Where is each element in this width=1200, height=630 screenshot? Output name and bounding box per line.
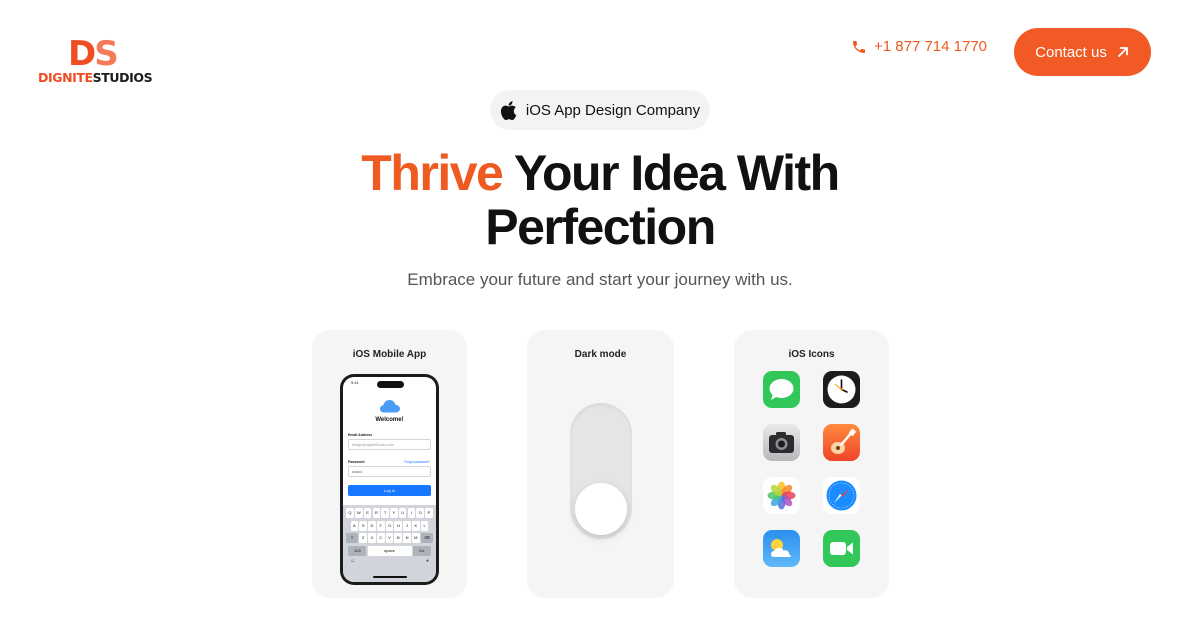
garageband-icon — [823, 424, 860, 461]
keyboard-key: R — [372, 508, 381, 518]
arrow-up-right-icon — [1117, 47, 1128, 57]
card-ios-icons[interactable]: iOS Icons — [734, 330, 889, 598]
dynamic-island — [377, 381, 404, 388]
forgot-password-link: Forgot password? — [404, 460, 430, 464]
keyboard-key: I — [407, 508, 416, 518]
clock-icon — [823, 371, 860, 408]
login-button: Log in — [348, 485, 431, 496]
hero-title-line2: Perfection — [485, 199, 716, 255]
keyboard-key: K — [412, 520, 420, 531]
keyboard-key: L — [420, 520, 429, 531]
email-field: design@digniteStudio.com — [348, 439, 431, 450]
keyboard-key: X — [368, 533, 376, 543]
keyboard-key: E — [363, 508, 372, 518]
keyboard-key: Q — [346, 508, 354, 518]
hero-title: Thrive Your Idea With Perfection — [0, 146, 1200, 254]
keyboard-key: T — [381, 508, 389, 518]
contact-us-label: Contact us — [1035, 43, 1107, 61]
keyboard-key: B — [394, 533, 403, 543]
hero-badge: iOS App Design Company — [490, 90, 710, 130]
card-dark-mode[interactable]: Dark mode — [527, 330, 674, 598]
password-label: Password — [348, 460, 365, 464]
keyboard-key: P — [425, 508, 433, 518]
home-indicator — [373, 576, 407, 578]
delete-key: ⌫ — [420, 533, 433, 543]
keyboard-key: G — [385, 520, 394, 531]
keyboard-key: O — [416, 508, 425, 518]
messages-icon — [763, 371, 800, 408]
password-field: •••••••• — [348, 466, 431, 477]
hero-title-line1: Your Idea With — [502, 145, 840, 201]
cloud-icon — [380, 400, 400, 413]
keyboard-key: Z — [359, 533, 367, 543]
keyboard-key: H — [394, 520, 403, 531]
numbers-key: 123 — [348, 545, 367, 556]
card-ios-mobile-app[interactable]: iOS Mobile App 9:41 Welcome! Email Addre… — [312, 330, 467, 598]
keyboard-key: S — [359, 520, 367, 531]
weather-icon — [763, 530, 800, 567]
keyboard-row-4: 123 space Go — [345, 545, 434, 556]
keyboard-key: V — [385, 533, 394, 543]
keyboard-key: D — [368, 520, 376, 531]
keyboard-key: J — [403, 520, 411, 531]
keyboard-key: A — [350, 520, 359, 531]
card-title: iOS Mobile App — [352, 349, 427, 360]
toggle-knob — [575, 483, 627, 535]
phone-number: +1 877 714 1770 — [874, 38, 988, 55]
facetime-icon — [823, 530, 860, 567]
shift-key: ⇧ — [346, 533, 359, 543]
keyboard-key: C — [376, 533, 385, 543]
phone-mockup: 9:41 Welcome! Email Address design@digni… — [340, 374, 439, 585]
emoji-icon: ☺ — [350, 558, 356, 564]
keyboard-bottom-bar: ☺ ● — [345, 558, 434, 564]
phone-icon — [853, 40, 865, 53]
go-key: Go — [412, 545, 431, 556]
apple-icon — [500, 100, 517, 120]
card-title: iOS Icons — [788, 349, 835, 360]
email-label: Email Address — [348, 433, 373, 437]
camera-icon — [763, 424, 800, 461]
hero-title-accent: Thrive — [361, 145, 504, 201]
phone-screen: 9:41 Welcome! Email Address design@digni… — [343, 377, 436, 582]
status-time: 9:41 — [351, 380, 359, 385]
keyboard-key: M — [412, 533, 420, 543]
space-key: space — [367, 545, 412, 556]
safari-icon — [823, 477, 860, 514]
keyboard-row-1: QWERTYUIOP — [345, 508, 434, 518]
brand-logo[interactable]: DS DIGNITESTUDIOS — [38, 36, 163, 88]
keyboard-row-2: ASDFGHJKL — [345, 520, 434, 531]
dark-mode-toggle[interactable] — [570, 403, 632, 539]
phone-link[interactable]: +1 877 714 1770 — [851, 38, 987, 55]
keyboard-key: Y — [390, 508, 398, 518]
badge-label: iOS App Design Company — [525, 101, 701, 119]
card-title: Dark mode — [574, 349, 627, 360]
welcome-heading: Welcome! — [375, 417, 404, 423]
photos-icon — [763, 477, 800, 514]
hero-subtitle: Embrace your future and start your journ… — [407, 270, 793, 289]
logo-mark: DS — [68, 34, 119, 74]
keyboard-key: N — [403, 533, 411, 543]
keyboard: QWERTYUIOP ASDFGHJKL ⇧ ZXCVBNM ⌫ 123 spa… — [343, 505, 436, 582]
microphone-icon: ● — [425, 558, 429, 564]
contact-us-button[interactable]: Contact us — [1014, 28, 1151, 76]
keyboard-key: U — [398, 508, 407, 518]
keyboard-key: W — [354, 508, 363, 518]
keyboard-key: F — [376, 520, 385, 531]
keyboard-row-3: ⇧ ZXCVBNM ⌫ — [345, 533, 434, 543]
logo-wordmark: DIGNITESTUDIOS — [38, 70, 153, 85]
